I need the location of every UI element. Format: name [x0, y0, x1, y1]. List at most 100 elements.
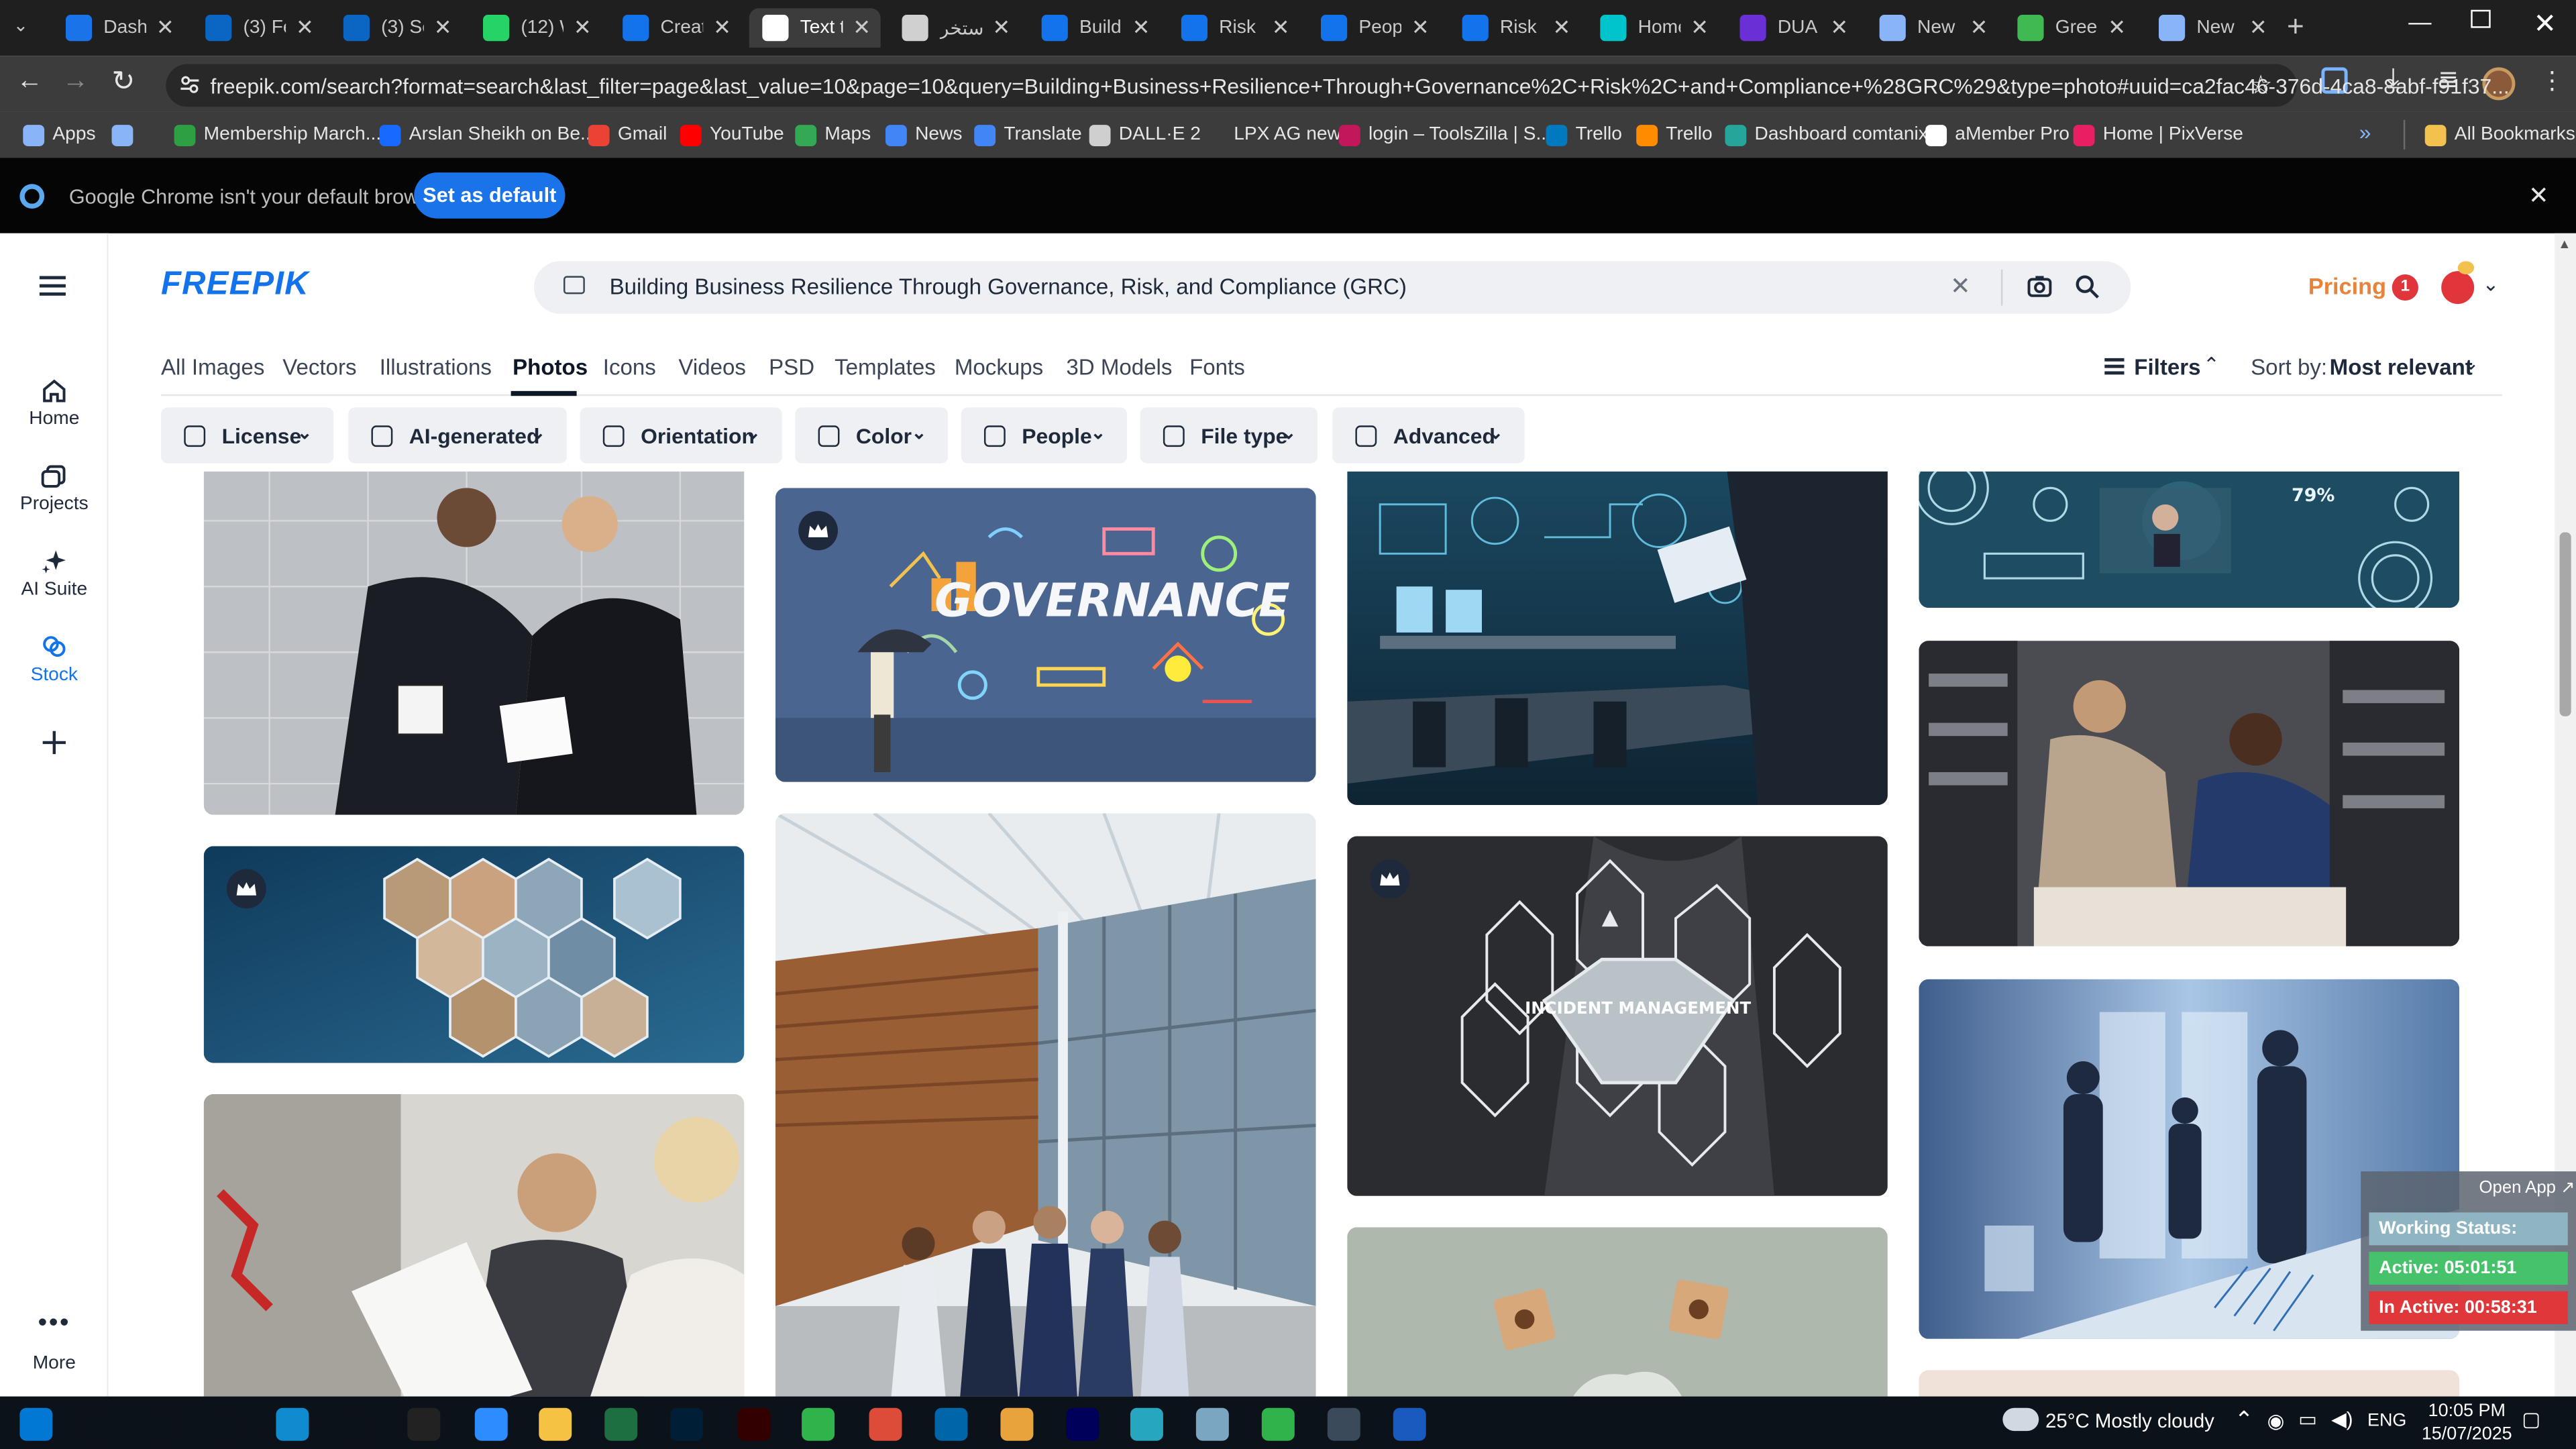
tab-close-icon[interactable]: ✕ [574, 15, 592, 41]
tab-15[interactable]: New T ✕ [2145, 8, 2277, 48]
network-icon[interactable]: ▭ [2298, 1408, 2317, 1431]
image-card-modern-office-building[interactable] [775, 813, 1316, 1397]
minimize-button[interactable]: — [2408, 8, 2431, 34]
tab-search-icon[interactable]: ⌄ [13, 15, 29, 36]
address-bar[interactable]: freepik.com/search?format=search&last_fi… [166, 64, 2510, 107]
bookmark-item[interactable]: Home | PixVerse [2073, 120, 2243, 150]
tab-4[interactable]: Creat ✕ [610, 8, 741, 48]
tab-1[interactable]: (3) Fe ✕ [193, 8, 324, 48]
filters-toggle[interactable]: Filters [2134, 355, 2200, 380]
tab-close-icon[interactable]: ✕ [1411, 15, 1430, 41]
bookmark-item[interactable]: aMember Pro [1925, 120, 2070, 150]
edge-icon[interactable] [276, 1407, 309, 1441]
search-input[interactable]: Building Business Resilience Through Gov… [610, 274, 1407, 299]
bookmarks-overflow-icon[interactable]: » [2359, 120, 2371, 145]
category-tab[interactable]: PSD [769, 355, 814, 380]
tab-11[interactable]: Home ✕ [1587, 8, 1719, 48]
category-tab[interactable]: Vectors [282, 355, 356, 380]
zoom-icon[interactable] [474, 1407, 508, 1441]
vscode-icon[interactable] [934, 1407, 968, 1441]
meet-icon[interactable]: ◉ [2267, 1409, 2285, 1432]
image-type-icon[interactable] [564, 276, 585, 294]
maximize-button[interactable] [2471, 9, 2491, 28]
chrome-menu-button[interactable]: ⋮ [2540, 66, 2565, 95]
set-as-default-button[interactable]: Set as default [414, 172, 566, 219]
excel-icon[interactable] [604, 1407, 638, 1441]
volume-icon[interactable]: ◀) [2331, 1408, 2353, 1431]
clear-search-icon[interactable]: ✕ [1950, 271, 1971, 301]
bookmark-item[interactable]: Arslan Sheikh on Be... [379, 120, 596, 150]
app-icon[interactable] [1195, 1407, 1229, 1441]
sidebar-item-ai-suite[interactable]: AI Suite [0, 549, 109, 600]
clock-time[interactable]: 10:05 PM [2428, 1401, 2506, 1421]
bookmark-item[interactable]: Gmail [588, 120, 667, 150]
pricing-link[interactable]: Pricing [2308, 273, 2386, 299]
tab-8[interactable]: Risk n ✕ [1168, 8, 1299, 48]
banner-close-icon[interactable]: ✕ [2528, 180, 2549, 211]
tab-12[interactable]: DUA ✕ [1727, 8, 1858, 48]
bookmark-item[interactable]: login – ToolsZilla | S... [1338, 120, 1552, 150]
filter-button[interactable]: AI-generated ⌄ [348, 407, 567, 464]
weather-cloud-icon[interactable] [2002, 1407, 2039, 1432]
notification-center-icon[interactable]: ▢ [2522, 1408, 2540, 1431]
chevron-down-icon[interactable]: ⌄ [2463, 352, 2479, 374]
new-tab-button[interactable]: + [2287, 10, 2304, 44]
file-explorer-icon[interactable] [539, 1407, 572, 1441]
bookmark-item[interactable] [111, 120, 142, 150]
tab-close-icon[interactable]: ✕ [713, 15, 731, 41]
tab-10[interactable]: Risk n ✕ [1449, 8, 1580, 48]
reload-button[interactable]: ↻ [112, 66, 136, 99]
freepik-logo[interactable]: FREEPIK [161, 266, 309, 304]
filter-button[interactable]: File type ⌄ [1140, 407, 1318, 464]
tab-close-icon[interactable]: ✕ [1553, 15, 1571, 41]
weather-text[interactable]: 25°C Mostly cloudy [2045, 1409, 2214, 1432]
bookmark-item[interactable]: News [885, 120, 963, 150]
bookmark-item[interactable]: Trello [1636, 120, 1713, 150]
camera-search-icon[interactable] [2027, 274, 2052, 297]
bookmark-item[interactable]: Maps [795, 120, 871, 150]
site-info-icon[interactable] [179, 74, 201, 95]
search-icon[interactable] [82, 1407, 115, 1441]
sidebar-item-stock[interactable]: Stock [0, 634, 109, 685]
filter-button[interactable]: Color ⌄ [795, 407, 949, 464]
tab-2[interactable]: (3) Se ✕ [330, 8, 462, 48]
image-card-meeting-documents[interactable] [203, 1094, 745, 1397]
image-card-two-businessmen[interactable] [203, 471, 745, 815]
image-card-business-analytics-office[interactable] [1347, 471, 1888, 806]
app-icon[interactable] [1130, 1407, 1163, 1441]
chrome-icon[interactable] [1000, 1407, 1034, 1441]
cortana-icon[interactable] [144, 1407, 178, 1441]
tab-close-icon[interactable]: ✕ [853, 15, 871, 41]
category-tab[interactable]: All Images [161, 355, 264, 380]
notification-badge[interactable]: 1 [2392, 274, 2418, 301]
tab-close-icon[interactable]: ✕ [2108, 15, 2126, 41]
category-tab[interactable]: Fonts [1189, 355, 1245, 380]
tab-7[interactable]: Buildi ✕ [1028, 8, 1160, 48]
tab-close-icon[interactable]: ✕ [1830, 15, 1848, 41]
bookmark-item[interactable]: Translate [974, 120, 1082, 150]
forward-button[interactable]: → [62, 67, 89, 97]
open-app-link[interactable]: Open App ↗ [2479, 1178, 2575, 1197]
tab-14[interactable]: Green ✕ [2004, 8, 2136, 48]
tab-close-icon[interactable]: ✕ [1132, 15, 1150, 41]
bookmark-item[interactable]: Membership March... [174, 120, 381, 150]
bookmark-item[interactable]: Trello [1546, 120, 1622, 150]
green-app-icon[interactable] [1261, 1407, 1295, 1441]
green-app-icon[interactable] [802, 1407, 835, 1441]
tab-close-icon[interactable]: ✕ [1272, 15, 1290, 41]
search-icon[interactable] [2075, 274, 2100, 299]
scrollbar-thumb[interactable] [2559, 532, 2571, 716]
sort-dropdown[interactable]: Most relevant [2330, 355, 2473, 380]
bookmark-item[interactable]: Apps [23, 120, 96, 150]
tray-chevron-icon[interactable]: ⌃ [2235, 1406, 2254, 1434]
search-bar[interactable]: Building Business Resilience Through Gov… [533, 261, 2131, 314]
bookmark-star-icon[interactable]: ☆ [2249, 69, 2273, 102]
image-card-wooden-cubes[interactable] [1347, 1227, 1888, 1397]
hamburger-menu-icon[interactable] [39, 276, 66, 296]
bookmark-item[interactable]: Dashboard comtanix [1725, 120, 1928, 150]
tab-13[interactable]: New ✕ [1866, 8, 1998, 48]
word-icon[interactable] [1393, 1407, 1426, 1441]
image-card-governance-concept[interactable]: GOVERNANCE [775, 488, 1316, 782]
bookmark-item[interactable]: YouTube [680, 120, 784, 150]
user-avatar[interactable] [2441, 271, 2475, 305]
